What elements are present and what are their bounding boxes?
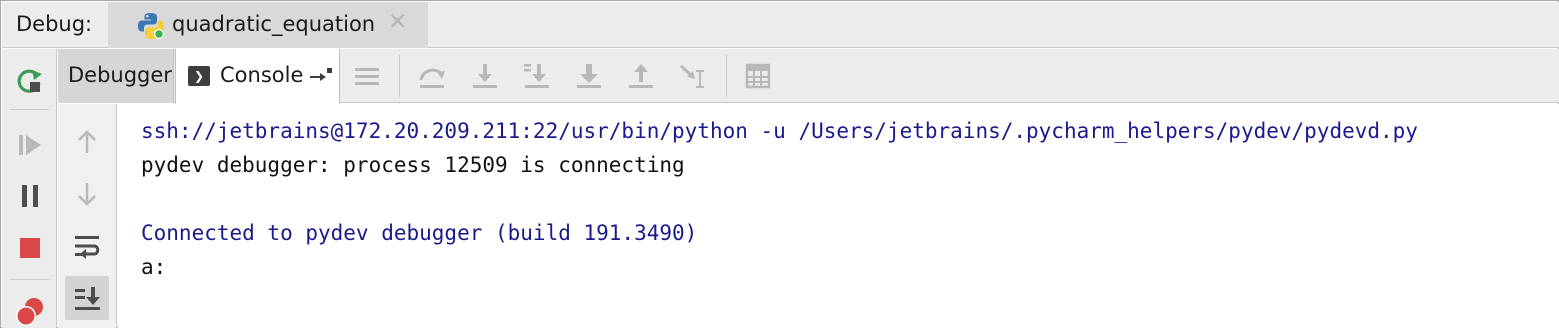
- tab-debugger[interactable]: Debugger: [58, 49, 174, 103]
- stop-icon[interactable]: [10, 228, 50, 268]
- evaluate-expression-icon[interactable]: [738, 57, 778, 95]
- debug-tool-window: Debug: quadratic_equation ✕ Debugger ❯ C…: [0, 0, 1559, 328]
- toolbar-divider: [726, 55, 727, 97]
- console-icon: ❯: [188, 66, 210, 86]
- debugger-toolbar: Debugger ❯ Console: [58, 49, 1559, 104]
- restore-layout-icon[interactable]: [308, 65, 334, 87]
- rerun-icon[interactable]: [10, 61, 50, 101]
- console-line: Connected to pydev debugger (build 191.3…: [141, 221, 698, 245]
- console-gutter-toolbar: [58, 104, 117, 328]
- console-line: pydev debugger: process 12509 is connect…: [141, 153, 685, 177]
- strip-divider: [10, 109, 50, 110]
- console-line: ssh://jetbrains@172.20.209.211:22/usr/bi…: [141, 119, 1418, 143]
- step-into-my-code-icon[interactable]: [517, 57, 557, 95]
- console-line: a:: [141, 255, 167, 279]
- python-icon: [138, 13, 164, 39]
- run-to-cursor-icon[interactable]: [673, 57, 713, 95]
- scroll-to-end-icon[interactable]: [65, 276, 109, 320]
- debug-label: Debug:: [16, 12, 93, 36]
- down-arrow-icon[interactable]: [65, 172, 109, 216]
- soft-wrap-icon[interactable]: [65, 224, 109, 268]
- debug-actions-toolbar: [2, 49, 57, 328]
- run-tab-quadratic-equation[interactable]: quadratic_equation ✕: [108, 2, 428, 48]
- step-over-icon[interactable]: [412, 57, 452, 95]
- step-out-icon[interactable]: [621, 57, 661, 95]
- resume-icon[interactable]: [10, 125, 50, 165]
- up-arrow-icon[interactable]: [65, 120, 109, 164]
- tab-console[interactable]: ❯ Console: [175, 49, 340, 104]
- view-breakpoints-icon[interactable]: [10, 290, 50, 328]
- console-output[interactable]: ssh://jetbrains@172.20.209.211:22/usr/bi…: [118, 104, 1559, 328]
- run-tab-title: quadratic_equation: [172, 12, 376, 36]
- show-execution-point-icon[interactable]: [347, 57, 387, 95]
- pause-icon[interactable]: [10, 176, 50, 216]
- debug-title-bar: Debug: quadratic_equation ✕: [2, 2, 1559, 48]
- close-icon[interactable]: ✕: [388, 11, 407, 34]
- step-into-icon[interactable]: [465, 57, 505, 95]
- tab-debugger-label: Debugger: [68, 63, 172, 87]
- tab-console-label: Console: [220, 63, 304, 87]
- toolbar-divider: [399, 55, 400, 97]
- force-step-into-icon[interactable]: [569, 57, 609, 95]
- strip-divider: [10, 279, 50, 280]
